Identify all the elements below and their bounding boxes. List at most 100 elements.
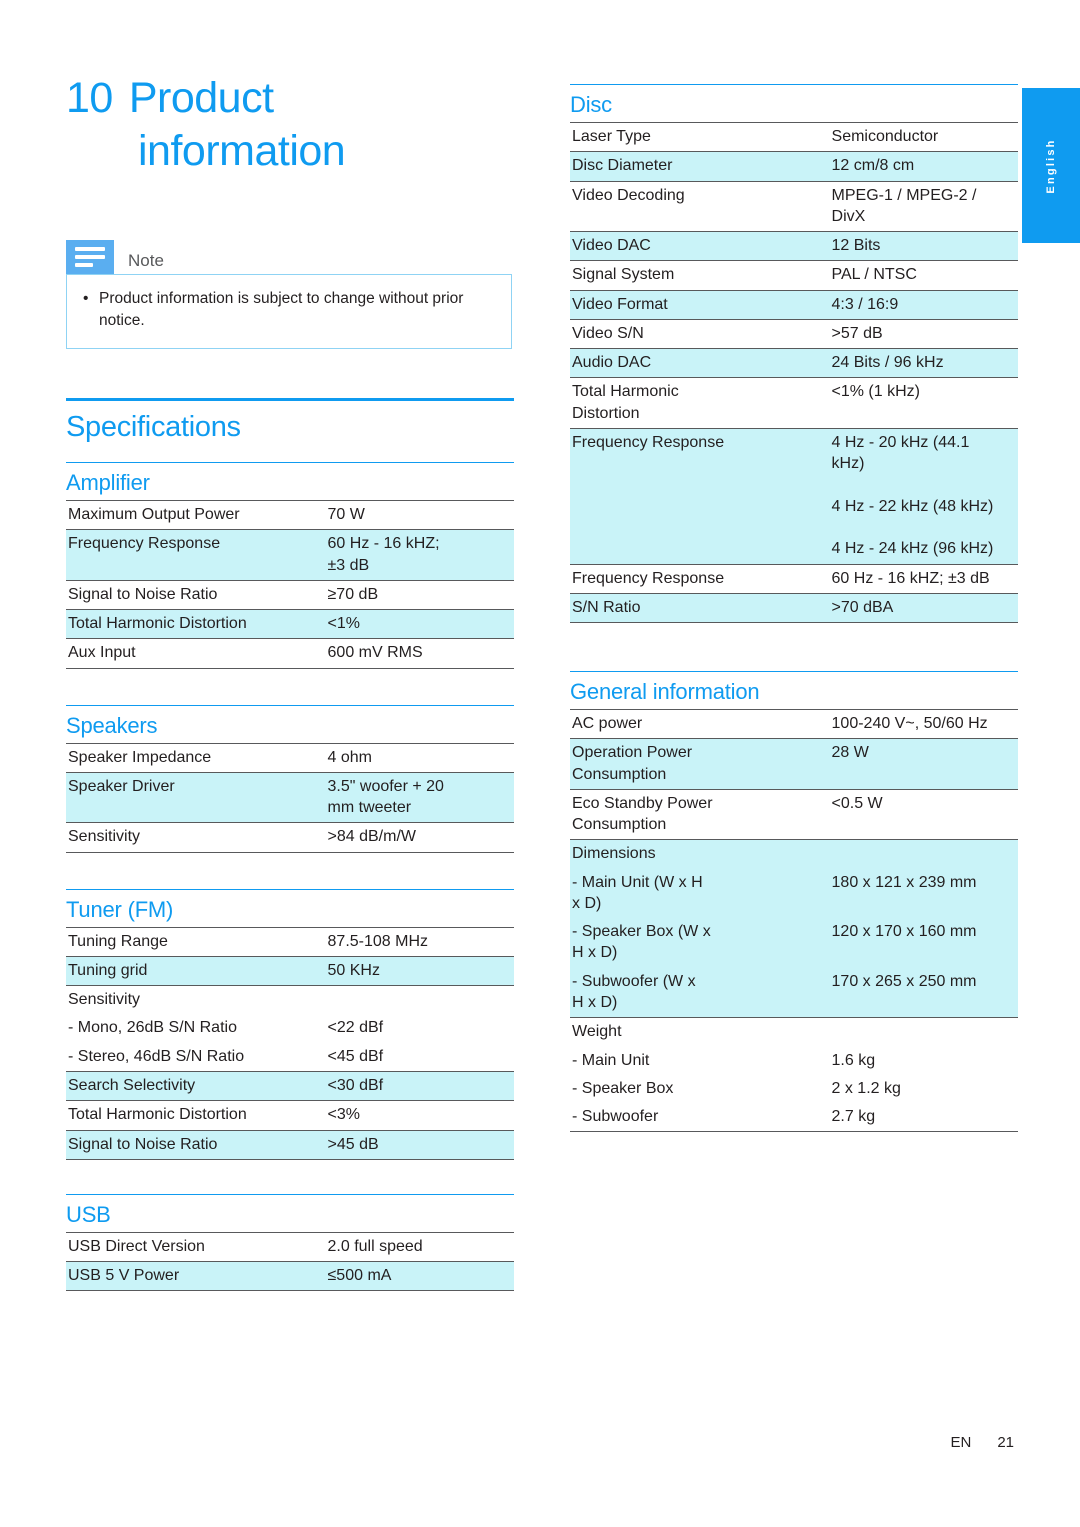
spec-label: Aux Input [66,638,326,669]
table-amplifier: Maximum Output Power 70 W Frequency Respon… [66,499,514,669]
spec-label: - Stereo, 46dB S/N Ratio [66,1042,326,1072]
table-row: Aux Input 600 mV RMS [66,638,514,669]
table-usb: USB Direct Version 2.0 full speed USB 5 V … [66,1231,514,1292]
section-general-information: General information AC power 100-240 V~, … [570,671,1018,1133]
spec-label: Total Harmonic Distortion [66,609,326,640]
spec-label: Frequency Response [66,529,326,581]
table-row: S/N Ratio >70 dBA [570,593,1018,624]
note-list-item: • Product information is subject to chan… [83,288,495,332]
spec-value: ≥70 dB [325,580,514,611]
table-row: - Stereo, 46dB S/N Ratio <45 dBf [66,1042,514,1072]
spec-value: >70 dBA [829,593,1018,624]
table-row: Search Selectivity <30 dBf [66,1071,514,1102]
table-row: Frequency Response 60 Hz - 16 kHZ; ±3 dB [66,529,514,581]
spec-label: USB Direct Version [66,1231,326,1263]
spec-label: S/N Ratio [570,593,830,624]
table-row: Video S/N >57 dB [570,319,1018,350]
table-disc: Laser Type Semiconductor Disc Diameter 12 c… [570,121,1018,624]
spec-value: 4 ohm [325,742,514,773]
spec-value: Semiconductor [829,121,1018,153]
table-row: Video Format 4:3 / 16:9 [570,290,1018,320]
spec-value: <30 dBf [325,1071,514,1102]
spec-label: Video Decoding [570,181,830,233]
spec-value: ≤500 mA [325,1261,514,1292]
table-row: Weight [570,1018,1018,1047]
spec-value: 2 x 1.2 kg [831,1079,901,1097]
footer-page-number: 21 [997,1434,1014,1451]
specifications-heading: Specifications [66,411,241,443]
spec-label: Tuning Range [66,926,326,957]
spec-label: Operation Power Consumption [570,738,830,790]
spec-value: 100-240 V~, 50/60 Hz [829,709,1018,740]
table-row: Speaker Driver 3.5" woofer + 20 mm tweete… [66,772,514,824]
table-row: USB Direct Version 2.0 full speed [66,1231,514,1263]
spec-label: Signal to Noise Ratio [66,580,326,611]
chapter-title-line2: information [138,127,346,176]
spec-label: AC power [570,709,830,740]
spec-value: <45 dBf [325,1042,514,1072]
section-heading-disc: Disc [570,92,612,117]
spec-value: <22 dBf [327,1019,384,1037]
spec-value: 2.0 full speed [325,1231,514,1263]
spec-value: <3% [325,1100,514,1131]
spec-label: Maximum Output Power [66,499,326,531]
section-amplifier: Amplifier Maximum Output Power 70 W Freque… [66,462,514,669]
spec-label: Video S/N [570,319,830,350]
spec-label: Eco Standby Power Consumption [570,789,830,841]
spec-value: 2.7 kg [829,1103,1018,1133]
spec-label: - Mono, 26dB S/N Ratio [68,1019,237,1037]
note-text: Product information is subject to change… [99,290,464,329]
table-row: Operation Power Consumption 28 W [570,738,1018,790]
spec-value: 24 Bits / 96 kHz [829,348,1018,379]
section-usb: USB USB Direct Version 2.0 full speed USB … [66,1193,514,1292]
spec-label: Frequency Response [570,564,830,594]
left-column: Specifications Amplifier Maximum Output … [66,398,514,1292]
table-row: Frequency Response 60 Hz - 16 kHZ; ±3 dB [570,564,1018,594]
spec-value: 4:3 / 16:9 [829,290,1018,320]
section-speakers: Speakers Speaker Impedance 4 ohm Speaker D… [66,704,514,853]
table-row: Dimensions [570,839,1018,869]
spec-value: 60 Hz - 16 kHZ; ±3 dB [325,529,514,581]
chapter-number: 10 [66,74,113,122]
spec-value: 1.6 kg [831,1051,876,1069]
table-row: Frequency Response 4 Hz - 20 kHz (44.1 kH… [570,428,1018,565]
spec-label: Frequency Response [570,428,830,565]
spec-value: 70 W [325,499,514,531]
spec-value: MPEG-1 / MPEG-2 / DivX [829,181,1018,233]
table-row: Speaker Impedance 4 ohm [66,742,514,773]
spec-label: Signal System [570,260,830,291]
table-row: Sensitivity [66,986,514,1015]
bullet-icon: • [83,290,89,307]
page-footer: EN 21 [0,1434,1014,1451]
chapter-title-line1: Product [128,74,274,122]
table-row: Signal to Noise Ratio ≥70 dB [66,580,514,611]
spec-value: 12 cm/8 cm [829,151,1018,182]
spec-label: Signal to Noise Ratio [66,1130,326,1160]
note-header: Note [66,240,512,274]
specifications-heading-block: Specifications [66,398,514,444]
table-row: Maximum Output Power 70 W [66,499,514,531]
spec-value [326,986,514,1015]
table-row: - Main Unit (W x H x D) 180 x 121 x 239 m… [570,868,1018,919]
spec-label: Disc Diameter [570,151,830,182]
spec-label: Tuning grid [66,956,326,987]
spec-label: Laser Type [570,121,830,153]
spec-value [829,839,1018,869]
section-heading-amplifier: Amplifier [66,470,150,495]
table-general-information: AC power 100-240 V~, 50/60 Hz Operation Po… [570,709,1018,1133]
language-tab-label: English [1045,137,1057,194]
spec-value [830,1018,1018,1047]
spec-label: Total Harmonic Distortion [66,1100,326,1131]
table-row: Audio DAC 24 Bits / 96 kHz [570,348,1018,379]
section-heading-usb: USB [66,1201,111,1227]
table-row: - Subwoofer (W x H x D) 170 x 265 x 250 m… [570,967,1018,1019]
spec-value: 28 W [829,738,1018,790]
table-row: USB 5 V Power ≤500 mA [66,1261,514,1292]
table-tuner: Tuning Range 87.5-108 MHz Tuning grid 50 KH… [66,926,514,1160]
page-title: 10 Product information [66,72,516,179]
note-icon [66,240,114,274]
spec-value: 180 x 121 x 239 mm [829,868,1018,919]
table-row: Tuning grid 50 KHz [66,956,514,987]
table-row: Video DAC 12 Bits [570,231,1018,262]
note-label: Note [128,251,164,270]
